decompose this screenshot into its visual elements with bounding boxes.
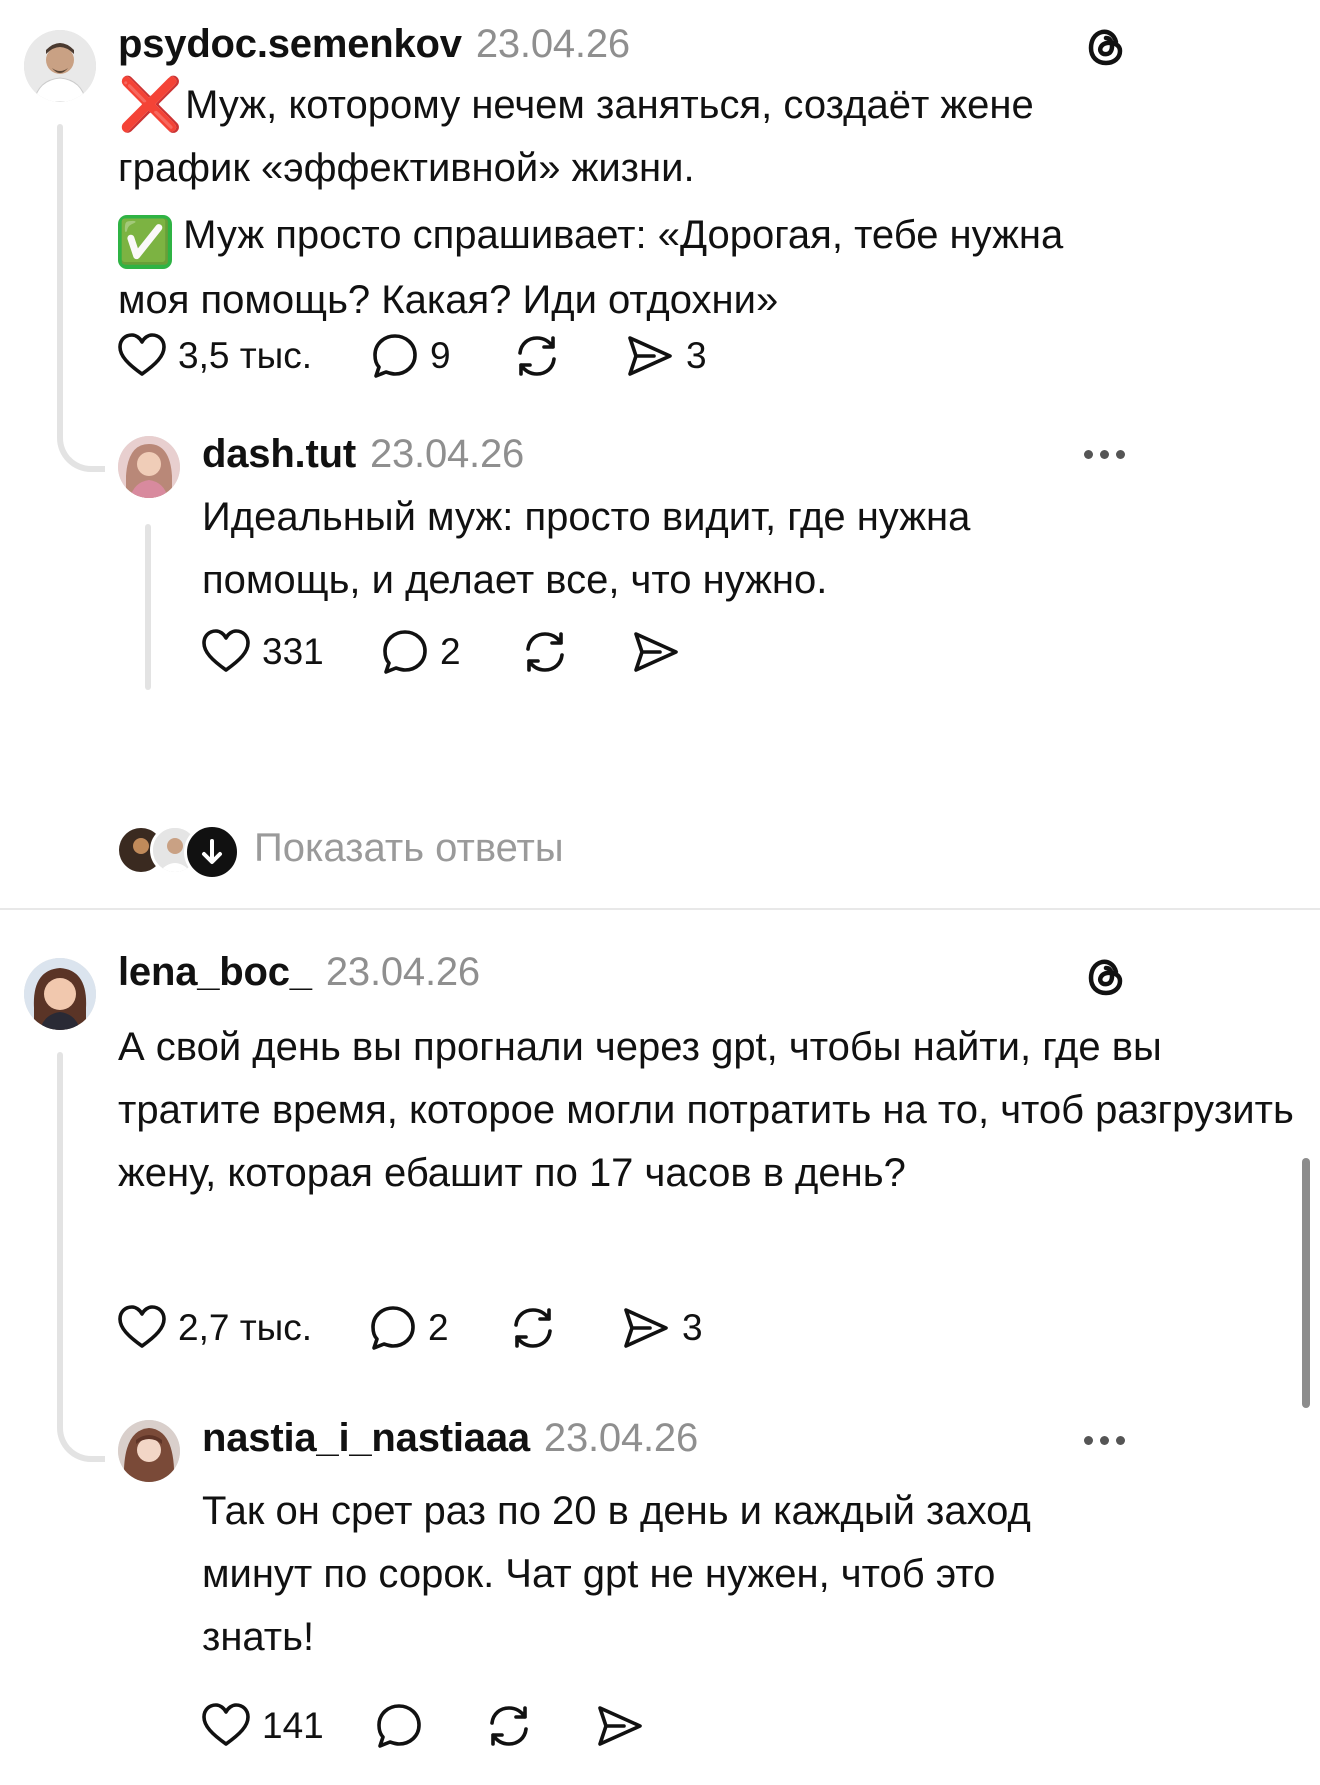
like-count: 3,5 тыс.: [178, 335, 313, 376]
post-text: А свой день вы прогнали через gpt, чтобы…: [118, 1025, 1294, 1195]
heart-icon: [118, 333, 166, 376]
threads-logo-icon[interactable]: [1082, 22, 1130, 70]
heart-icon: [202, 1703, 250, 1746]
post-author[interactable]: lena_boc_ 23.04.26: [118, 950, 480, 995]
heart-icon: [202, 629, 250, 672]
repost-icon: [518, 336, 556, 376]
reply-date: 23.04.26: [369, 432, 525, 476]
like-button[interactable]: 141: [200, 1698, 324, 1754]
thread-line: [57, 1052, 63, 1412]
comment-count: 2: [428, 1307, 449, 1348]
like-button[interactable]: 3,5 тыс.: [116, 328, 312, 384]
reply-text: Так он срет раз по 20 в день и каждый за…: [202, 1489, 1031, 1659]
username[interactable]: lena_boc_: [118, 950, 312, 994]
post-date: 23.04.26: [325, 950, 480, 994]
send-icon: [634, 632, 678, 672]
post-date: 23.04.26: [475, 22, 630, 66]
reply-actions: 331 2: [200, 624, 800, 680]
repost-button[interactable]: [484, 1698, 534, 1754]
thread-connector: [57, 1390, 105, 1462]
cross-mark-emoji: ❌: [118, 76, 183, 134]
reply-author[interactable]: nastia_i_nastiaaa 23.04.26: [202, 1416, 698, 1461]
comment-button[interactable]: [374, 1698, 424, 1754]
post-actions: 2,7 тыс. 2 3: [116, 1300, 816, 1356]
repost-icon: [526, 632, 564, 672]
avatar[interactable]: [24, 30, 96, 102]
comment-bubble-icon: [371, 1306, 415, 1350]
thread-connector: [57, 380, 105, 472]
username[interactable]: dash.tut: [202, 432, 356, 476]
check-mark-emoji: ✅: [118, 215, 172, 269]
like-button[interactable]: 2,7 тыс.: [116, 1300, 312, 1356]
scrollbar[interactable]: [1302, 1158, 1310, 1408]
comment-count: 9: [430, 335, 451, 376]
divider: [0, 908, 1320, 910]
thread-line: [57, 124, 63, 404]
avatar[interactable]: [118, 436, 180, 498]
comment-bubble-icon: [373, 334, 417, 378]
comment-count: 2: [440, 631, 461, 672]
share-button[interactable]: [630, 624, 682, 680]
post-line-2: Муж просто спрашивает: «Дорогая, тебе ну…: [118, 213, 1064, 322]
username[interactable]: psydoc.semenkov: [118, 22, 462, 66]
like-count: 331: [262, 631, 324, 672]
heart-icon: [118, 1305, 166, 1348]
repost-button[interactable]: [512, 328, 562, 384]
repost-icon: [514, 1308, 552, 1348]
post-text: ❌ Муж, которому нечем заняться, создаёт …: [118, 74, 1118, 336]
comment-button[interactable]: 2: [368, 1300, 449, 1356]
more-options-icon[interactable]: [1084, 1436, 1125, 1445]
send-icon: [628, 336, 672, 376]
share-button[interactable]: 3: [624, 328, 707, 384]
avatar[interactable]: [118, 1420, 180, 1482]
avatar[interactable]: [24, 958, 96, 1030]
share-button[interactable]: [594, 1698, 646, 1754]
like-count: 141: [262, 1705, 324, 1746]
show-replies-button[interactable]: Показать ответы: [116, 822, 676, 880]
reply-actions: 141: [200, 1698, 800, 1754]
like-button[interactable]: 331: [200, 624, 324, 680]
comment-button[interactable]: 9: [370, 328, 451, 384]
send-icon: [598, 1706, 642, 1746]
threads-logo-icon[interactable]: [1082, 952, 1130, 1000]
comment-bubble-icon: [377, 1704, 421, 1748]
reply-text: Идеальный муж: просто видит, где нужна п…: [202, 495, 971, 602]
comment-bubble-icon: [383, 630, 427, 674]
share-count: 3: [682, 1307, 703, 1348]
show-replies-label: Показать ответы: [254, 826, 564, 870]
more-options-icon[interactable]: [1084, 450, 1125, 459]
post-author[interactable]: psydoc.semenkov 23.04.26: [118, 22, 630, 67]
repost-button[interactable]: [520, 624, 570, 680]
share-count: 3: [686, 335, 707, 376]
comment-button[interactable]: 2: [380, 624, 461, 680]
like-count: 2,7 тыс.: [178, 1307, 313, 1348]
post-actions: 3,5 тыс. 9 3: [116, 328, 816, 384]
repost-icon: [490, 1706, 528, 1746]
share-button[interactable]: 3: [620, 1300, 703, 1356]
username[interactable]: nastia_i_nastiaaa: [202, 1416, 530, 1460]
reply-date: 23.04.26: [543, 1416, 699, 1460]
thread-line: [145, 524, 151, 690]
arrow-down-icon: [184, 824, 240, 880]
post-line-1: Муж, которому нечем заняться, создаёт же…: [118, 83, 1034, 190]
reply-author[interactable]: dash.tut 23.04.26: [202, 432, 524, 477]
repost-button[interactable]: [508, 1300, 558, 1356]
send-icon: [624, 1308, 668, 1348]
